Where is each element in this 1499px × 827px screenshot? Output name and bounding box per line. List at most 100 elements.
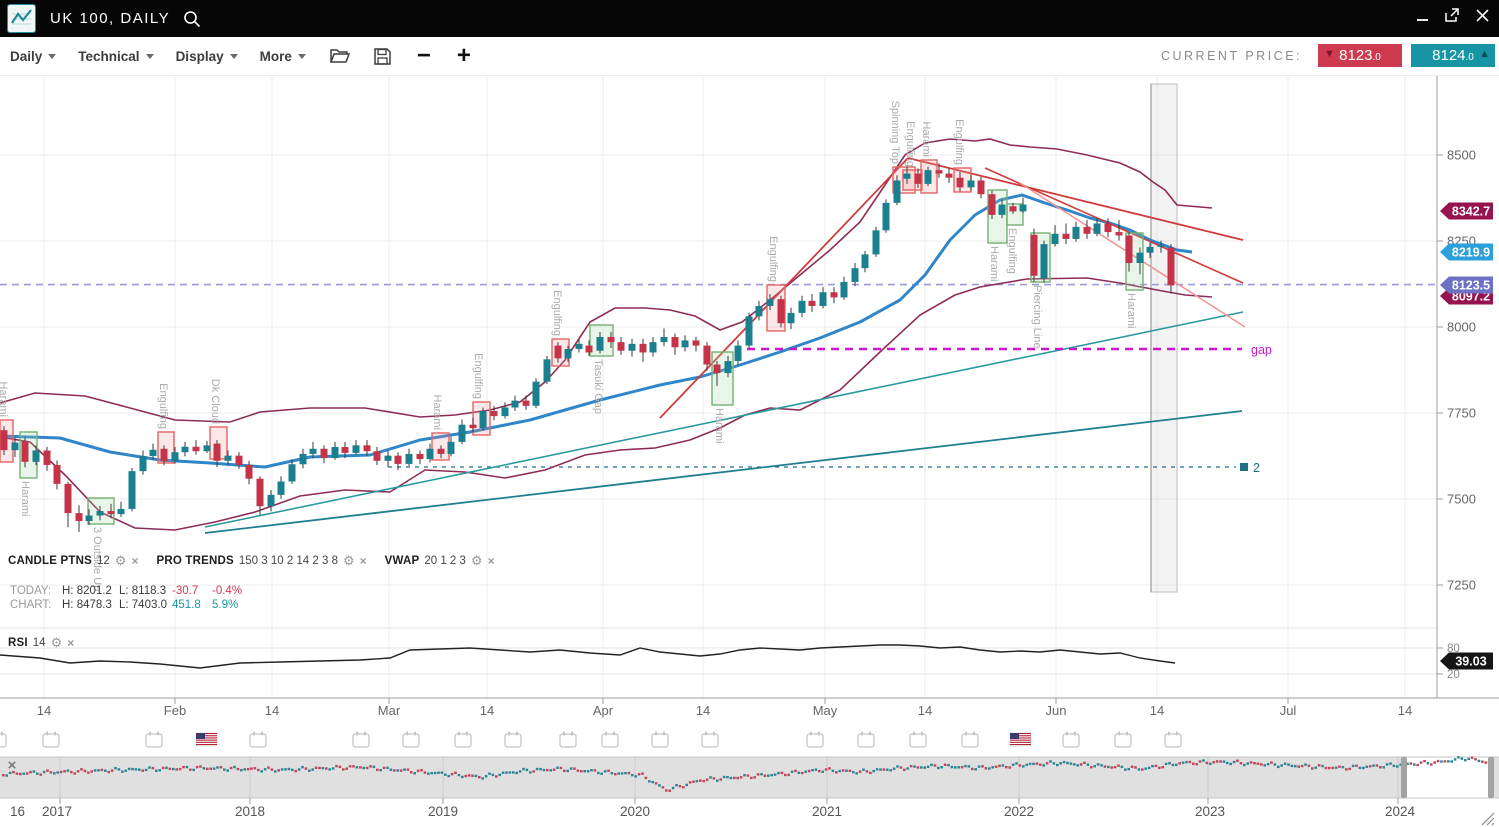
calendar-event-icon[interactable] [353, 732, 369, 748]
calendar-event-icon[interactable] [1165, 732, 1181, 748]
calendar-event-icon[interactable] [1063, 732, 1079, 748]
navigator-mini-candle [424, 771, 427, 773]
navigator-mini-candle [315, 767, 318, 769]
navigator-mini-candle [1182, 762, 1185, 764]
zoom-out-button[interactable]: − [417, 46, 431, 66]
gear-icon[interactable]: ⚙ [471, 556, 483, 566]
navigator-mini-candle [1338, 766, 1341, 768]
navigator-mini-candle [934, 764, 937, 766]
calendar-event-icon[interactable] [505, 732, 521, 748]
sell-price-button[interactable]: ▼ 8123.0 [1318, 44, 1402, 67]
navigator-mini-candle [1168, 762, 1171, 764]
candle-body [22, 441, 29, 462]
navigator-mini-candle [641, 772, 644, 774]
menu-display[interactable]: Display [176, 49, 238, 64]
navigator-mini-candle [1243, 764, 1246, 766]
close-icon[interactable] [1473, 6, 1491, 24]
resize-grip-icon[interactable] [1492, 823, 1494, 825]
calendar-event-icon[interactable] [652, 732, 668, 748]
calendar-event-icon[interactable] [403, 732, 419, 748]
navigator-mini-candle [260, 770, 263, 772]
navigator-mini-candle [590, 769, 593, 771]
navigator-mini-candle [1246, 762, 1249, 764]
navigator-mini-candle [961, 766, 964, 768]
search-icon[interactable] [182, 9, 202, 29]
price-tick-label: 8000 [1447, 320, 1476, 335]
calendar-event-icon[interactable] [250, 732, 266, 748]
candle-pattern-label: Harami [431, 395, 443, 430]
price-tick-label: 8500 [1447, 148, 1476, 163]
calendar-event-icon[interactable] [0, 732, 6, 748]
calendar-event-icon[interactable] [910, 732, 926, 748]
zoom-in-button[interactable]: + [457, 46, 471, 66]
calendar-event-icon[interactable] [702, 732, 718, 748]
gear-icon[interactable]: ⚙ [51, 638, 63, 648]
calendar-event-icon[interactable] [455, 732, 471, 748]
candle-body [161, 449, 168, 462]
calendar-event-icon[interactable] [560, 732, 576, 748]
gear-icon[interactable]: ⚙ [115, 556, 127, 566]
popout-icon[interactable] [1443, 6, 1461, 24]
navigator-mini-candle [903, 769, 906, 771]
calendar-event-icon[interactable] [43, 732, 59, 748]
navigator-mini-candle [872, 770, 875, 772]
navigator-mini-candle [1447, 760, 1450, 762]
calendar-event-icon[interactable] [146, 732, 162, 748]
navigator-mini-candle [1019, 764, 1022, 766]
navigator-mini-candle [954, 766, 957, 768]
navigator-right-handle[interactable] [1488, 757, 1494, 798]
gear-icon[interactable]: ⚙ [343, 556, 355, 566]
navigator-mini-candle [577, 769, 580, 771]
candle-body [342, 447, 349, 453]
navigator-left-handle[interactable] [1401, 757, 1407, 798]
open-folder-icon[interactable] [330, 48, 350, 64]
navigator-mini-candle [1284, 763, 1287, 765]
candle-body [978, 180, 985, 194]
navigator-mini-candle [1236, 760, 1239, 762]
navigator-year-label: 2019 [428, 804, 458, 819]
navigator-mini-candle [196, 766, 199, 768]
calendar-event-icon[interactable] [858, 732, 874, 748]
calendar-event-icon[interactable] [602, 732, 618, 748]
buy-price-button[interactable]: 8124.0 ▲ [1411, 44, 1495, 67]
calendar-event-icon[interactable] [807, 732, 823, 748]
menu-timeframe[interactable]: Daily [10, 49, 56, 64]
navigator-close-icon[interactable]: × [4, 758, 20, 774]
navigator-mini-candle [801, 772, 804, 774]
save-icon[interactable] [374, 48, 391, 65]
navigator-track[interactable] [0, 757, 1499, 798]
navigator-mini-candle [730, 777, 733, 779]
remove-indicator-icon[interactable]: × [360, 556, 367, 566]
candle-pattern-label: Harami [19, 481, 31, 516]
candle-pattern-label: Harami [920, 122, 932, 157]
remove-indicator-icon[interactable]: × [488, 556, 495, 566]
candle-body [406, 454, 413, 464]
calendar-event-icon[interactable] [962, 732, 978, 748]
candle-body [1073, 227, 1080, 239]
navigator-mini-candle [481, 777, 484, 779]
candle-body [957, 178, 964, 188]
menu-technical[interactable]: Technical [78, 49, 153, 64]
us-flag-icon[interactable] [1010, 733, 1031, 746]
menu-display-label: Display [176, 49, 224, 64]
navigator-selection[interactable] [1404, 757, 1491, 798]
navigator-mini-candle [284, 768, 287, 770]
candle-body [12, 443, 19, 451]
remove-indicator-icon[interactable]: × [131, 556, 138, 566]
menu-more[interactable]: More [260, 49, 306, 64]
navigator-mini-candle [777, 772, 780, 774]
candle-pattern-label: Engulfing [157, 383, 169, 429]
calendar-event-icon[interactable] [1115, 732, 1131, 748]
candle-body [756, 306, 763, 316]
remove-indicator-icon[interactable]: × [67, 638, 74, 648]
candle-body [321, 449, 328, 458]
navigator-mini-candle [1114, 766, 1117, 768]
minimize-icon[interactable] [1413, 6, 1431, 24]
navigator-mini-candle [1355, 765, 1358, 767]
us-flag-icon[interactable] [196, 733, 217, 746]
highlight-region[interactable] [1151, 84, 1177, 592]
candle-body [332, 447, 339, 458]
navigator-mini-candle [407, 768, 410, 770]
navigator-mini-candle [672, 787, 675, 789]
chart-logo-glyph [11, 8, 32, 29]
